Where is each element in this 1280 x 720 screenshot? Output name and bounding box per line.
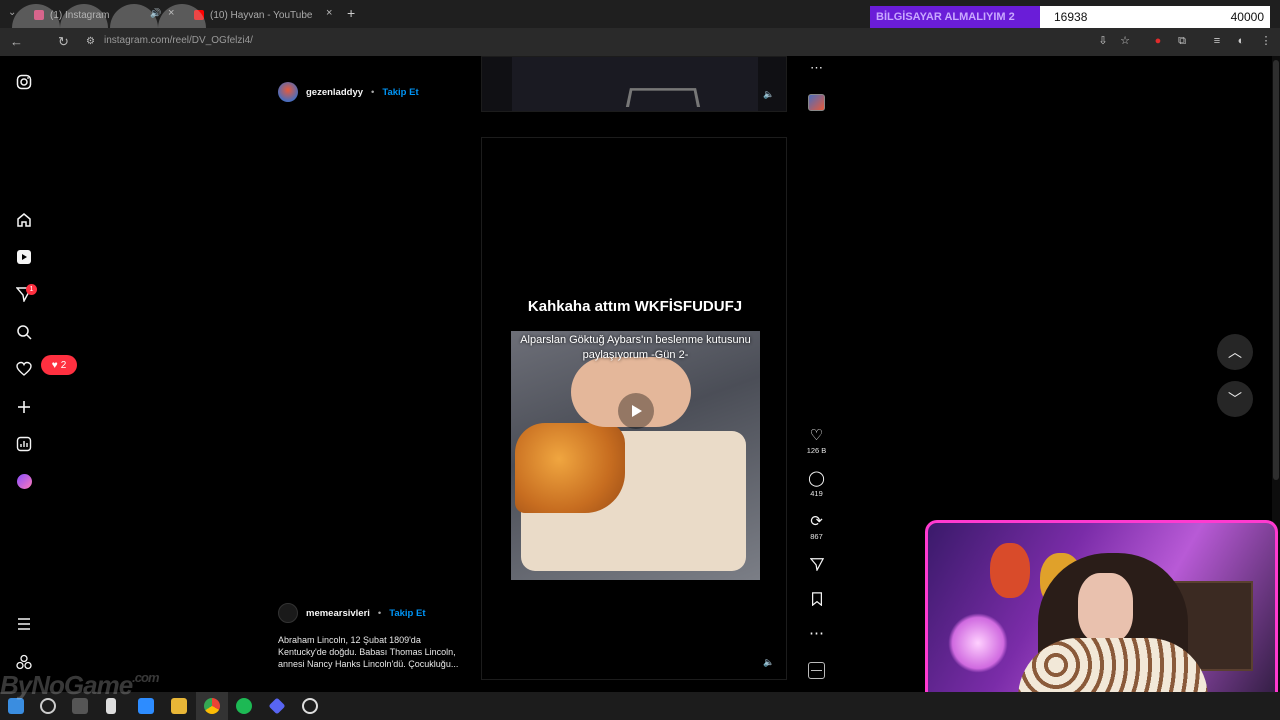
- reel-video[interactable]: Alparslan Göktuğ Aybars'ın beslenme kutu…: [511, 331, 760, 580]
- share-icon: [804, 557, 829, 575]
- media-control-icon[interactable]: ≡: [1210, 34, 1224, 48]
- more-options-icon[interactable]: ⋯: [810, 60, 823, 76]
- like-button[interactable]: ♡ 126 B: [804, 427, 829, 456]
- audio-thumbnail[interactable]: [808, 662, 825, 679]
- reels-icon[interactable]: [14, 247, 34, 267]
- profile-avatar-icon[interactable]: ◐: [1234, 34, 1248, 48]
- watermark-logo: ByNoGame.com: [0, 670, 160, 701]
- bookmark-star-icon[interactable]: ☆: [1118, 34, 1132, 48]
- search-icon[interactable]: [14, 322, 34, 342]
- notifications-pill[interactable]: ♥ 2: [41, 355, 77, 375]
- repost-count: 867: [810, 532, 823, 541]
- post-caption[interactable]: Abraham Lincoln, 12 Şubat 1809'da Kentuc…: [278, 634, 463, 670]
- back-icon[interactable]: ←: [10, 34, 23, 49]
- scrollbar-thumb[interactable]: [1273, 60, 1279, 480]
- share-button[interactable]: [804, 557, 829, 575]
- reload-icon[interactable]: ↻: [58, 34, 69, 50]
- post-author-row: memearsivleri • Takip Et: [278, 603, 426, 623]
- post-author-row: gezenladdyy • Takip Et: [278, 82, 419, 102]
- donation-goal-label: BİLGİSAYAR ALMALIYIM 2: [870, 6, 1040, 28]
- like-count: 126 B: [806, 446, 827, 455]
- follow-button[interactable]: Takip Et: [389, 608, 425, 619]
- install-icon[interactable]: ⇩: [1096, 34, 1110, 48]
- screen: ⌄ (1) Instagram 🔊 × (10) Hayvan - YouTub…: [0, 0, 1280, 720]
- avatar[interactable]: [278, 603, 298, 623]
- create-icon[interactable]: [14, 397, 34, 417]
- reel-title: Kahkaha attım WKFİSFUDUFJ: [527, 298, 743, 315]
- threads-icon[interactable]: [14, 652, 34, 672]
- donation-goal-bar: 16938 40000: [1040, 6, 1270, 28]
- comment-icon: ◯: [808, 470, 825, 487]
- extensions-icon[interactable]: ⧉: [1175, 34, 1189, 48]
- previous-reel-video: [512, 57, 758, 111]
- menu-icon[interactable]: [14, 614, 34, 634]
- reel-player[interactable]: Kahkaha attım WKFİSFUDUFJ Alparslan Gökt…: [481, 137, 787, 680]
- instagram-icon[interactable]: [14, 72, 34, 92]
- previous-reel-button[interactable]: ︿: [1217, 334, 1253, 370]
- messages-badge: 1: [26, 284, 37, 295]
- video-overlay-text: Alparslan Göktuğ Aybars'ın beslenme kutu…: [520, 334, 751, 361]
- heart-icon[interactable]: [14, 359, 34, 379]
- new-tab-icon[interactable]: +: [347, 5, 355, 21]
- tab-title: (10) Hayvan - YouTube: [210, 9, 313, 21]
- obs-icon[interactable]: [302, 698, 318, 714]
- file-explorer-icon[interactable]: [171, 698, 187, 714]
- tab-close-icon[interactable]: ×: [326, 7, 332, 19]
- speaker-icon[interactable]: 🔈: [762, 87, 776, 101]
- heart-icon: ♥: [51, 359, 58, 371]
- bookmark-icon: [804, 592, 829, 610]
- notifications-count: 2: [60, 359, 67, 371]
- play-button[interactable]: [618, 393, 654, 429]
- more-options-icon: ⋯: [809, 625, 824, 642]
- chevron-up-icon: ︿: [1228, 344, 1242, 360]
- next-reel-button[interactable]: ﹀: [1217, 381, 1253, 417]
- separator: •: [377, 607, 382, 619]
- home-icon[interactable]: [14, 210, 34, 230]
- avatar[interactable]: [278, 82, 298, 102]
- spotify-icon[interactable]: [236, 698, 252, 714]
- author-name[interactable]: memearsivleri: [306, 608, 370, 619]
- comment-button[interactable]: ◯ 419: [804, 470, 829, 499]
- heart-icon: ♡: [809, 427, 824, 444]
- profile-icon[interactable]: [14, 471, 34, 491]
- donation-current-amount: 16938: [1054, 10, 1088, 24]
- chrome-icon[interactable]: [204, 698, 220, 714]
- more-options-button[interactable]: ⋯: [804, 626, 829, 642]
- instagram-sidebar: [0, 56, 48, 692]
- site-info-icon[interactable]: ⚙: [86, 36, 95, 47]
- webcam-overlay: [925, 520, 1278, 718]
- watermark-text: ByNoGame: [0, 670, 133, 700]
- save-button[interactable]: [804, 592, 829, 610]
- speaker-icon[interactable]: 🔈: [762, 655, 776, 669]
- streamer-face: [1078, 573, 1133, 643]
- dashboard-icon[interactable]: [14, 434, 34, 454]
- follow-button[interactable]: Takip Et: [382, 87, 418, 98]
- watermark-suffix: .com: [132, 670, 159, 685]
- previous-reel[interactable]: 🔈: [481, 56, 787, 112]
- taskbar-app-icon[interactable]: [268, 697, 286, 715]
- audio-thumbnail[interactable]: [808, 94, 825, 111]
- plush-toy: [990, 543, 1030, 598]
- tab-youtube[interactable]: (10) Hayvan - YouTube: [186, 4, 320, 26]
- play-icon: [632, 405, 642, 417]
- windows-taskbar: [0, 692, 1280, 720]
- url-field[interactable]: instagram.com/reel/DV_OGfelzi4/: [104, 35, 253, 46]
- separator: •: [371, 86, 375, 98]
- lamp-glow: [948, 613, 1008, 673]
- donation-goal-widget: BİLGİSAYAR ALMALIYIM 2 16938 40000: [870, 6, 1270, 28]
- food: [515, 423, 625, 513]
- repost-button[interactable]: ⟳ 867: [804, 513, 829, 542]
- browser-menu-icon[interactable]: ⋮: [1259, 34, 1273, 48]
- repost-icon: ⟳: [810, 513, 823, 530]
- browser-addressbar: ← ↻ ⚙ instagram.com/reel/DV_OGfelzi4/ ⇩ …: [0, 28, 1280, 56]
- chevron-down-icon: ﹀: [1228, 391, 1242, 407]
- author-name[interactable]: gezenladdyy: [306, 87, 363, 98]
- donation-target-amount: 40000: [1230, 10, 1264, 24]
- comment-count: 419: [810, 489, 823, 498]
- extension-red-icon[interactable]: ●: [1151, 34, 1165, 48]
